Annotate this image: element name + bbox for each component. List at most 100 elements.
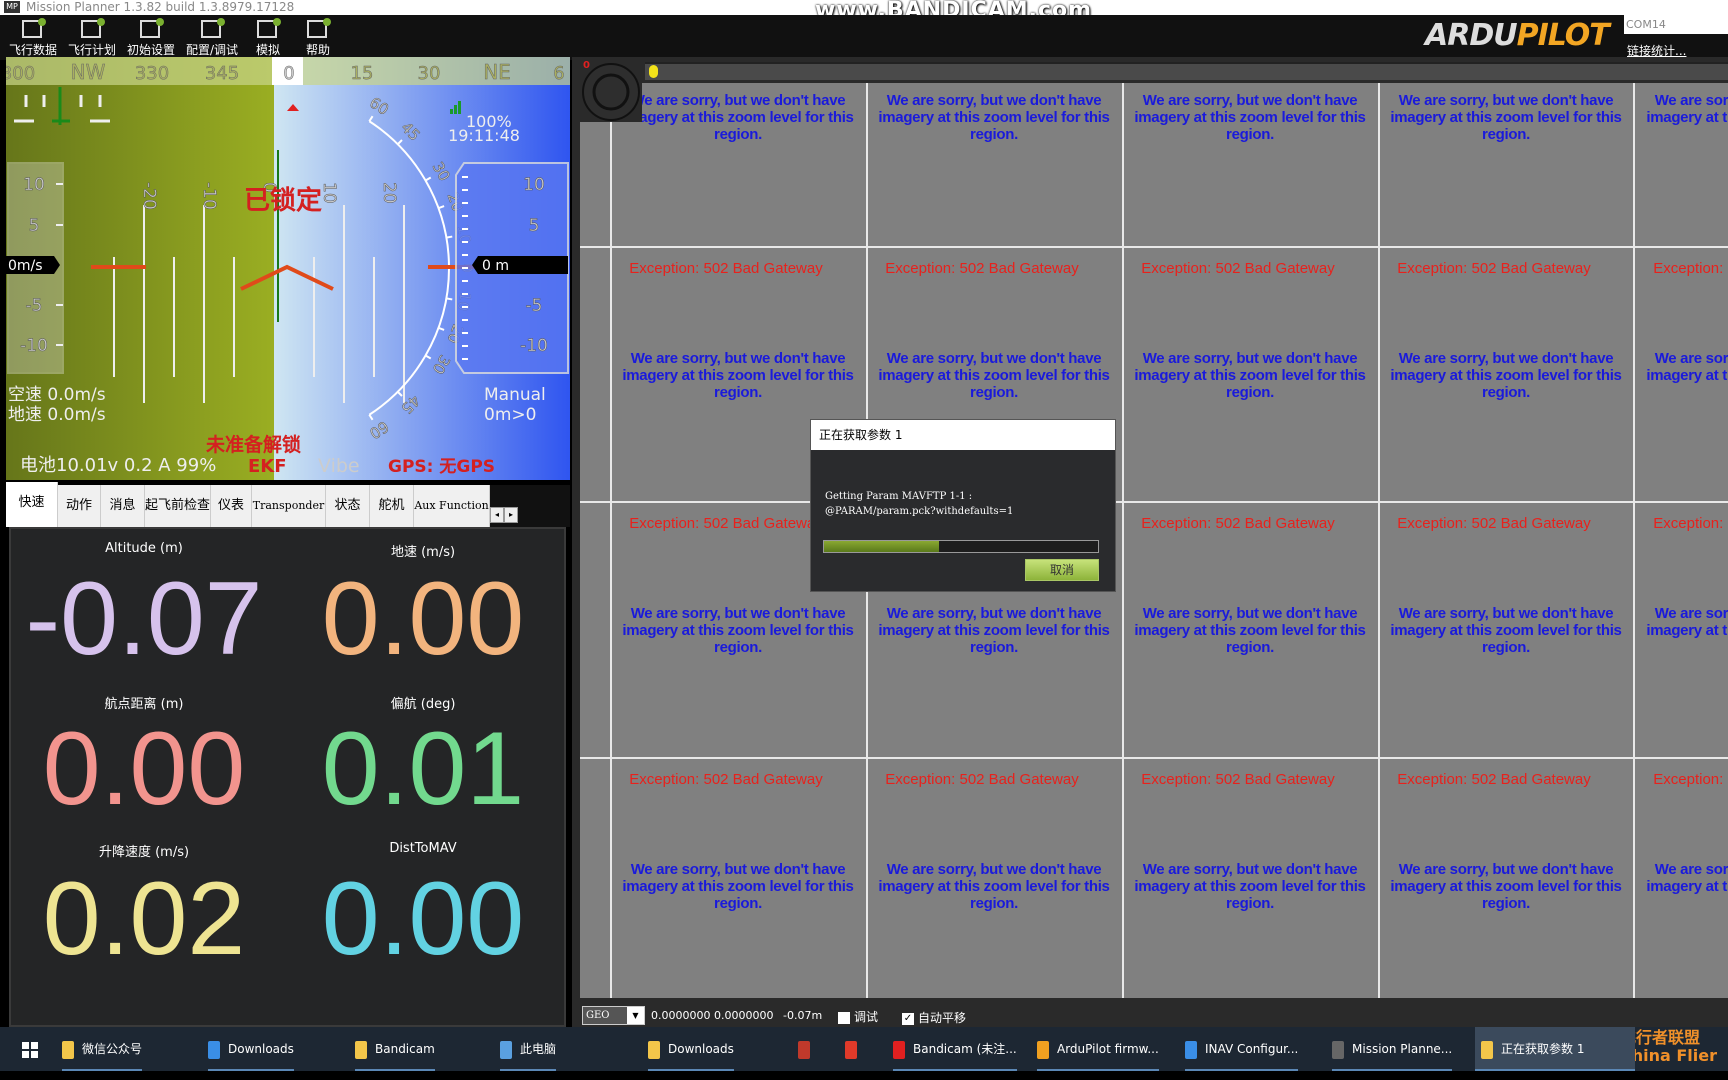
tile-error-message: Exception: 502 Bad Gateway	[629, 771, 823, 788]
airspeed: 空速 0.0m/s	[8, 385, 106, 405]
flight-data-icon	[22, 18, 46, 38]
compass: 0	[580, 60, 642, 122]
taskbar-item[interactable]: Downloads	[648, 1027, 734, 1071]
app-icon	[355, 1040, 367, 1059]
taskbar-item[interactable]	[845, 1027, 865, 1071]
toolbar-label: 帮助	[305, 43, 330, 57]
tile-border	[580, 501, 1728, 503]
heading-label: 15	[351, 63, 374, 84]
speed-tick: -5	[26, 296, 43, 316]
tab-3[interactable]: 起飞前检查	[145, 485, 211, 527]
debug-checkbox[interactable]: 调试	[838, 1008, 878, 1025]
toolbar-label: 飞行计划	[67, 43, 116, 57]
heading-label: 0	[283, 63, 294, 84]
quick-value[interactable]: 0.02	[5, 867, 283, 971]
toolbar-flight-data-button[interactable]: 飞行数据	[4, 15, 62, 58]
pitch-label: -20	[139, 182, 159, 210]
tile-error-message: Exception: 502 Bad Gateway	[1397, 515, 1591, 532]
app-icon	[893, 1040, 905, 1059]
toolbar-flight-plan-button[interactable]: 飞行计划	[63, 15, 121, 58]
vibe-status[interactable]: Vibe	[318, 455, 360, 477]
taskbar-item[interactable]: ArduPilot firmw...	[1037, 1027, 1159, 1071]
tab-8[interactable]: Aux Function	[414, 485, 490, 527]
app-icon	[648, 1040, 660, 1059]
dialog-message-line2: @PARAM/param.pck?withdefaults=1	[825, 506, 1014, 517]
taskbar-label: Bandicam	[375, 1042, 435, 1056]
heading-label: 300	[6, 63, 35, 84]
tile-error-message: Exception: 502 Bad Gateway	[629, 260, 823, 277]
ekf-status[interactable]: EKF	[248, 456, 287, 477]
quick-value[interactable]: 0.00	[284, 867, 562, 971]
zoom-handle[interactable]	[649, 65, 658, 78]
quick-panel: Altitude (m) -0.07 地速 (m/s) 0.00 航点距离 (m) 0.0…	[9, 527, 566, 1027]
tab-4[interactable]: 仪表	[211, 485, 252, 527]
flight-mode: Manual	[484, 385, 546, 405]
toolbar-initial-setup-button[interactable]: 初始设置	[122, 15, 180, 58]
tab-0[interactable]: 快速	[6, 482, 58, 527]
speed-tick: 5	[29, 216, 40, 236]
tab-scroll-left-button[interactable]: ◂	[490, 507, 504, 523]
projection-select[interactable]: GEO ▼	[582, 1006, 645, 1025]
quick-value[interactable]: 0.00	[284, 567, 562, 671]
windows-icon	[22, 1041, 38, 1058]
taskbar-item[interactable]: Downloads	[208, 1027, 294, 1071]
quick-label: 升降速度 (m/s)	[98, 845, 190, 860]
taskbar-item[interactable]: Mission Planne...	[1332, 1027, 1453, 1071]
cancel-button[interactable]: 取消	[1025, 559, 1099, 581]
app-icon	[208, 1040, 220, 1059]
tab-2[interactable]: 消息	[101, 485, 145, 527]
tab-6[interactable]: 状态	[326, 485, 370, 527]
tile-no-imagery-message: We are sorry, but we don't have imagery …	[1390, 605, 1622, 656]
altitude-tick: 5	[529, 216, 540, 236]
port-select[interactable]: COM14	[1624, 15, 1728, 34]
tile-error-message: Exception: 502 Bad Gateway	[885, 771, 1079, 788]
map-zoom-bar[interactable]	[645, 62, 1728, 80]
groundspeed: 地速 0.0m/s	[8, 405, 106, 425]
tile-no-imagery-message: We are sorry, but we don't have imagery …	[878, 350, 1110, 401]
taskbar-item[interactable]: 正在获取参数 1	[1475, 1027, 1635, 1071]
tab-5[interactable]: Transponder	[252, 485, 326, 527]
autopan-checkbox[interactable]: ✓ 自动平移	[902, 1009, 966, 1026]
taskbar-label: Downloads	[228, 1042, 294, 1056]
taskbar-label: 此电脑	[520, 1042, 557, 1056]
quick-value[interactable]: 0.01	[284, 717, 562, 821]
quick-label: 航点距离 (m)	[104, 697, 184, 712]
app-icon	[1332, 1040, 1344, 1059]
start-button[interactable]	[22, 1027, 48, 1071]
tile-no-imagery-message: We are sorry, but we don't have imagery …	[1134, 605, 1366, 656]
speed-tick: -10	[20, 336, 48, 356]
toolbar-label: 模拟	[255, 43, 280, 57]
heading-label: NE	[483, 60, 511, 84]
taskbar-item[interactable]: 此电脑	[500, 1027, 557, 1071]
tile-no-imagery-message: We are sorry, but we don't have imagery …	[1134, 350, 1366, 401]
taskbar-item[interactable]	[798, 1027, 818, 1071]
tab-1[interactable]: 动作	[58, 485, 101, 527]
app-icon	[1481, 1040, 1493, 1059]
tab-scroll-right-button[interactable]: ▸	[504, 507, 518, 523]
altitude-tick: -5	[526, 296, 543, 316]
app-icon	[1037, 1040, 1049, 1059]
tab-7[interactable]: 舵机	[370, 485, 414, 527]
taskbar-item[interactable]: Bandicam (未注...	[893, 1027, 1017, 1071]
app-icon: MP	[4, 1, 20, 13]
tab-bar: ◂ ▸ 快速 动作 消息 起飞前检查 仪表 Transponder 状态 舵机 Aux Func…	[6, 482, 570, 527]
taskbar-item[interactable]: Bandicam	[355, 1027, 435, 1071]
app-icon	[798, 1040, 810, 1059]
taskbar-item[interactable]: INAV Configur...	[1185, 1027, 1299, 1071]
altitude-tick: 10	[523, 175, 545, 195]
app-icon	[500, 1040, 512, 1059]
toolbar-label: 初始设置	[126, 43, 175, 57]
toolbar-label: 飞行数据	[8, 43, 57, 57]
screen-bottom	[0, 1071, 1728, 1080]
taskbar-item[interactable]: 微信公众号	[62, 1027, 143, 1071]
tile-border	[580, 246, 1728, 248]
toolbar-help-button[interactable]: 帮助	[289, 15, 347, 58]
tile-no-imagery-message: We are sorry, but we don't have imagery …	[1646, 350, 1728, 384]
quick-value[interactable]: 0.00	[5, 717, 283, 821]
flight-plan-icon	[81, 18, 105, 38]
speed-tick: 10	[23, 175, 45, 195]
quick-label: 偏航 (deg)	[390, 697, 456, 712]
quick-value[interactable]: -0.07	[5, 567, 283, 671]
map[interactable]: We are sorry, but we don't have imagery …	[580, 83, 1728, 998]
toolbar-config-tuning-button[interactable]: 配置/调试	[183, 15, 241, 58]
